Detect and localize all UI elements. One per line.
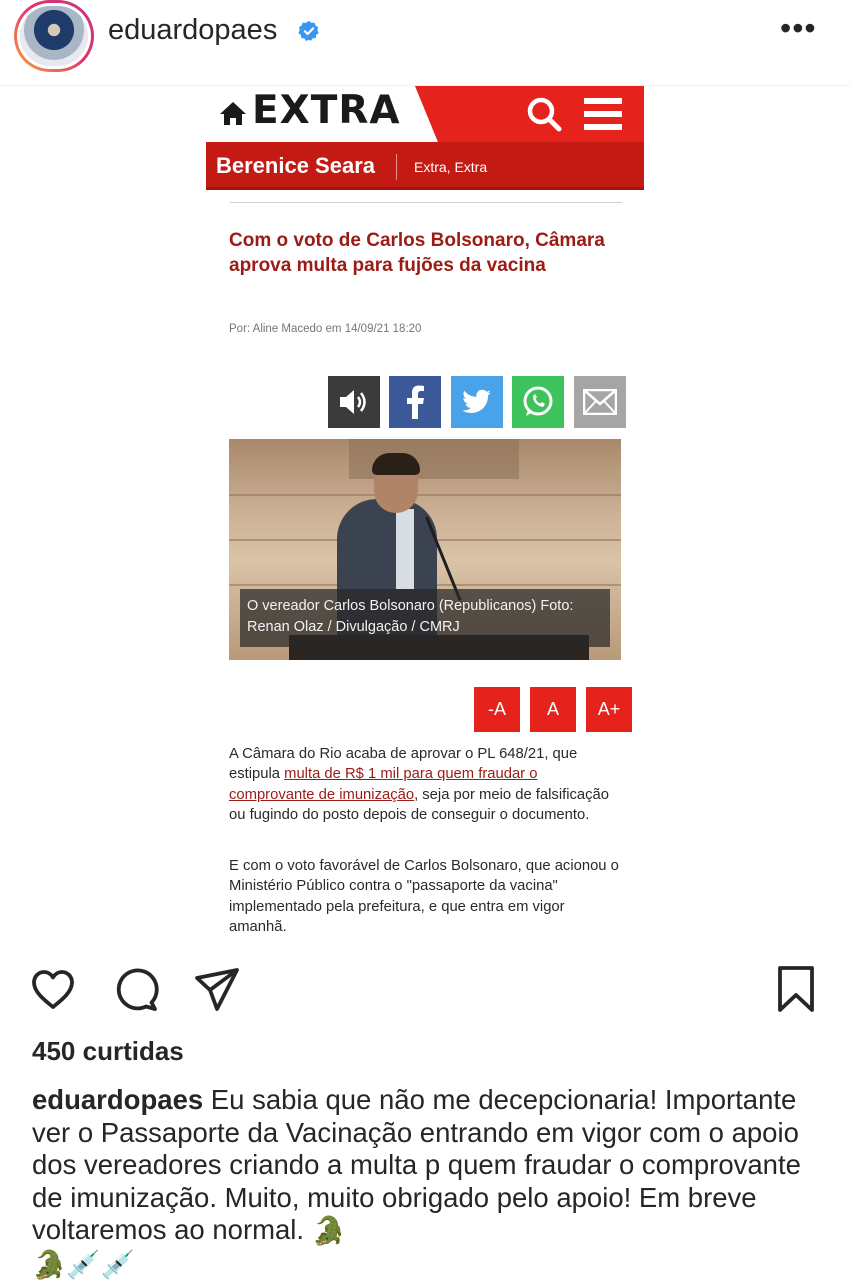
columnist-name[interactable]: Berenice Seara bbox=[216, 153, 375, 179]
audio-button[interactable] bbox=[328, 376, 380, 428]
likes-count[interactable]: 450 curtidas bbox=[32, 1036, 184, 1067]
article-byline: Por: Aline Macedo em 14/09/21 18:20 bbox=[229, 323, 422, 335]
comment-icon[interactable] bbox=[112, 966, 160, 1014]
decrease-font-button[interactable]: -A bbox=[474, 687, 520, 732]
bookmark-icon[interactable] bbox=[772, 966, 820, 1014]
speaker-icon bbox=[340, 390, 366, 414]
share-icon[interactable] bbox=[193, 966, 241, 1014]
columnist-bar: Berenice Seara Extra, Extra bbox=[206, 142, 644, 190]
post-actions bbox=[0, 948, 850, 1028]
more-options-icon[interactable]: ••• bbox=[780, 12, 817, 44]
whatsapp-icon bbox=[523, 386, 553, 416]
verified-badge-icon bbox=[298, 20, 319, 41]
divider bbox=[396, 154, 397, 180]
email-button[interactable] bbox=[574, 376, 626, 428]
heart-icon[interactable] bbox=[29, 966, 77, 1014]
menu-icon[interactable] bbox=[584, 98, 624, 130]
home-icon[interactable] bbox=[218, 98, 248, 128]
syringe-emoji: 💉 bbox=[66, 1249, 101, 1280]
facebook-button[interactable] bbox=[389, 376, 441, 428]
avatar-image bbox=[20, 6, 88, 66]
twitter-icon bbox=[462, 389, 491, 413]
whatsapp-button[interactable] bbox=[512, 376, 564, 428]
increase-font-button[interactable]: A+ bbox=[586, 687, 632, 732]
section-name[interactable]: Extra, Extra bbox=[414, 159, 487, 175]
twitter-button[interactable] bbox=[451, 376, 503, 428]
crocodile-emoji: 🐊 bbox=[311, 1215, 346, 1247]
post-image[interactable]: EXTRA Berenice Seara Extra, Extra Com o … bbox=[0, 86, 850, 948]
syringe-emoji: 💉 bbox=[100, 1249, 135, 1280]
article-paragraph: A Câmara do Rio acaba de aprovar o PL 64… bbox=[229, 746, 609, 823]
facebook-icon bbox=[407, 385, 424, 419]
reset-font-button[interactable]: A bbox=[530, 687, 576, 732]
extra-logo[interactable]: EXTRA bbox=[252, 88, 401, 133]
photo-caption: O vereador Carlos Bolsonaro (Republicano… bbox=[240, 589, 610, 647]
post-header: eduardopaes ••• bbox=[0, 0, 850, 86]
post-caption: eduardopaes Eu sabia que não me decepcio… bbox=[32, 1084, 822, 1280]
caption-username[interactable]: eduardopaes bbox=[32, 1084, 203, 1115]
search-icon[interactable] bbox=[524, 94, 564, 134]
divider bbox=[230, 202, 622, 203]
crocodile-emoji: 🐊 bbox=[32, 1249, 67, 1280]
avatar[interactable] bbox=[14, 0, 94, 72]
username[interactable]: eduardopaes bbox=[108, 14, 277, 47]
email-icon bbox=[583, 389, 617, 415]
article-photo[interactable]: O vereador Carlos Bolsonaro (Republicano… bbox=[229, 439, 621, 660]
article-headline: Com o voto de Carlos Bolsonaro, Câmara a… bbox=[229, 230, 605, 276]
article-paragraph: E com o voto favorável de Carlos Bolsona… bbox=[229, 858, 619, 935]
